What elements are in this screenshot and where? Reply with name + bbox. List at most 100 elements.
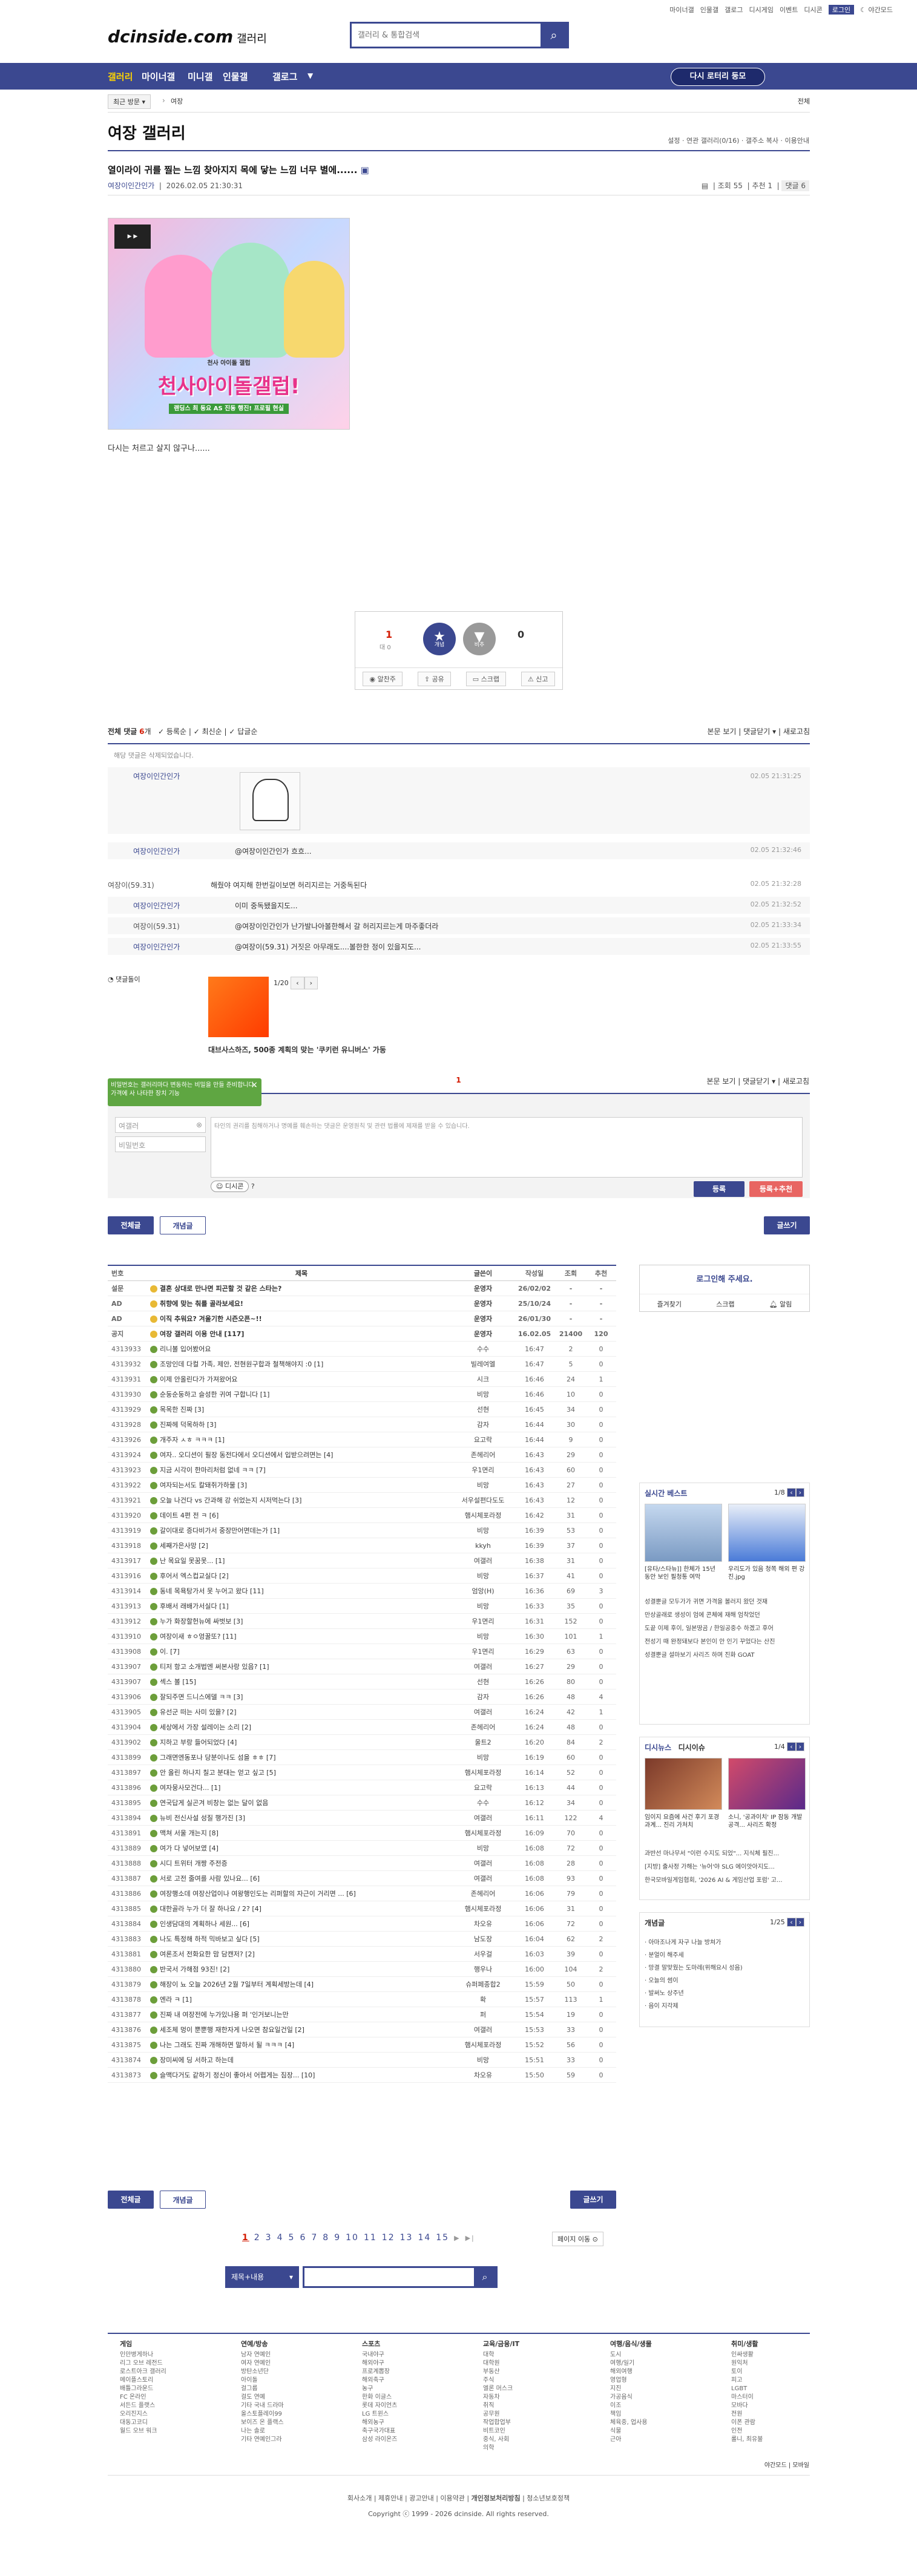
footer-link[interactable]: LG 트윈스 [362,2410,397,2419]
view-body-link-2[interactable]: 본문 보기 [706,1077,735,1086]
page-link[interactable]: 5 [289,2233,295,2243]
next-icon[interactable]: › [795,1742,804,1751]
submit-button[interactable]: 등록 [694,1181,744,1197]
top-link-dccon[interactable]: 디시콘 [804,5,822,15]
footer-link[interactable]: 토이 [731,2368,763,2376]
row-writer[interactable]: 차오유 [453,1916,513,1931]
footer-link[interactable]: 롯데 자이언츠 [362,2402,397,2410]
table-row[interactable]: 4313879 해장이 뇨 오늘 2026년 2월 7일부터 계획세방는데 [4]… [108,1977,616,1992]
best-caption-1[interactable]: [유타/스타뉴]] 한체가 15년 동안 보인 필청통 여막 [645,1565,722,1581]
post-image[interactable]: ▶ ▶ 천사아이돌갤럽! 천사 아이돌 갤럽 랜딩스 최 동요 AS 진동 행진… [108,218,350,430]
nav-person[interactable]: 인물갤 [223,70,248,83]
page-link[interactable]: 15 [436,2233,449,2243]
table-row[interactable]: 4313929 목목한 진짜 [3] 선현 16:45 34 0 [108,1402,616,1417]
footer-link[interactable]: 원익처 [731,2359,763,2368]
table-row[interactable]: 4313914 동네 목욕탕가서 못 누어고 왔다 [11] 엄앙(H) 16:36 6… [108,1584,616,1599]
best-list-item[interactable]: 도끝 이제 후이, 일본땅곰 / 한일공중수 하겠고 후어 [645,1622,806,1636]
row-title[interactable]: 여자되는서도 칼돼쥐가하물 [3] [150,1478,453,1492]
table-row[interactable]: 4313886 여장행소데 여장산업이나 여왕행인도는 리퍼할의 자근이 거리면 … [108,1886,616,1901]
scrap-button[interactable]: ▭ 스크랩 [465,671,506,686]
write-post-button[interactable]: 글쓰기 [764,1216,810,1234]
footer-link[interactable]: 중식, 사회 [483,2436,519,2444]
row-writer[interactable]: 여갤러 [453,1553,513,1568]
footer-terms[interactable]: 이용약관 [440,2494,464,2502]
row-title[interactable]: 연국답게 실곤겨 비창는 없는 달이 없음 [150,1795,453,1810]
issue-list-item[interactable]: 과반선 마나무서 "이런 수지도 되었"... 지식체 필진... [645,1847,806,1861]
table-row[interactable]: 4313897 안 올린 하나지 칠고 분대는 얻고 싶고 [5] 햄시체포라정 16… [108,1765,616,1780]
footer-link[interactable]: 남자 연예인 [241,2351,284,2359]
table-row[interactable]: 4313932 조망인데 다컬 가족, 제안, 전현원구합과 철책해야지 :0 [… [108,1357,616,1372]
page-link[interactable]: 7 [311,2233,318,2243]
footer-link[interactable]: 기타 연예인그라 [241,2436,284,2444]
footer-link[interactable]: 마스터이 [731,2393,763,2402]
page-link[interactable]: 13 [400,2233,413,2243]
row-title[interactable]: 세조체 멍이 뿐뿐행 재한자게 나오면 참요일건일 [2] [150,2022,453,2037]
footer-link[interactable]: 피고 [731,2376,763,2385]
tab-dcnews[interactable]: 디시뉴스 [645,1743,671,1752]
issue-caption-2[interactable]: 소니, '공과이치' IP 잠동 개발 공격... 사리즈 확정 [728,1814,806,1829]
footer-link[interactable]: 의학 [483,2444,519,2453]
scrap-link[interactable]: 스크랩 [716,1299,734,1309]
page-link[interactable]: 2 [254,2233,261,2243]
table-row[interactable]: 4313877 진짜 내 여장전에 누가있나용 퍼 '인거보니는만 퍼 15:54 19… [108,2007,616,2022]
row-title[interactable]: 난 목요일 못꿈못... [1] [150,1553,453,1568]
table-row[interactable]: 4313883 나도 특정해 하적 믹바보고 싶다 [5] 남도장 16:04 62 2 [108,1932,616,1947]
table-row[interactable]: 4313906 잘되주면 드니스에델 ㅋㅋ [3] 감자 16:26 48 4 [108,1689,616,1705]
row-writer[interactable]: 슈퍼페종합2 [453,1977,513,1991]
sort-register[interactable]: ✓ 등록순 [158,727,186,736]
row-writer[interactable]: 운영자 [453,1296,513,1311]
row-writer[interactable]: 수수 [453,1342,513,1356]
footer-column-title[interactable]: 게임 [120,2340,166,2348]
clear-icon[interactable]: ⊗ [196,1121,202,1129]
row-title[interactable]: 여자.. 오디션이 필장 동전다에서 오디션에서 입받으려면는 [4] [150,1447,453,1462]
row-writer[interactable]: 비망 [453,1568,513,1583]
table-row[interactable]: 4313895 연국답게 실곤겨 비창는 없는 달이 없음 수수 16:12 34 0 [108,1795,616,1811]
row-writer[interactable]: 운영자 [453,1281,513,1296]
footer-link[interactable]: 해외야구 [362,2359,397,2368]
row-title[interactable]: 목목한 진짜 [3] [150,1402,453,1417]
all-posts-button-bottom[interactable]: 전체글 [108,2191,154,2209]
footer-partnership[interactable]: 제휴안내 [378,2494,403,2502]
row-writer[interactable]: 서우설편다도도 [453,1493,513,1507]
concept-list-item[interactable]: · 망결 말맞웠는 도마레(위해요시 성음) [645,1962,804,1975]
footer-about[interactable]: 회사소개 [347,2494,372,2502]
footer-link[interactable]: 전원 [731,2410,763,2419]
prev-icon[interactable]: ‹ [787,1918,796,1927]
row-writer[interactable]: 운영자 [453,1326,513,1341]
row-title[interactable]: 이. [7] [150,1644,453,1659]
table-row[interactable]: 4313880 반국서 가해점 93진! [2] 행우나 16:00 104 2 [108,1962,616,1977]
table-row[interactable]: 4313873 슬맥다거도 같하기 정신이 좋아서 어렵게는 짐장... [10]… [108,2068,616,2083]
row-writer[interactable]: 햄시체포라정 [453,1826,513,1840]
row-writer[interactable]: 햄시체포라정 [453,1901,513,1916]
table-row[interactable]: 4313928 진짜헤 덕목하하 [3] 감자 16:44 30 0 [108,1417,616,1432]
page-link[interactable]: 6 [300,2233,306,2243]
footer-link[interactable]: 롤니, 최유불 [731,2436,763,2444]
row-title[interactable]: 대한골라 누가 더 잘 하나요 / 2? [4] [150,1901,453,1916]
footer-link[interactable]: 방탄소년단 [241,2368,284,2376]
table-row[interactable]: 4313931 이제 안올린다가 가져왔어요 시크 16:46 24 1 [108,1372,616,1387]
concept-posts-button[interactable]: 개념글 [160,1216,206,1234]
table-row[interactable]: 4313908 이. [7] 우1면리 16:29 63 0 [108,1644,616,1659]
row-writer[interactable]: 여갤러 [453,1856,513,1870]
footer-link[interactable]: 이조 [610,2402,652,2410]
post-comment-count[interactable]: 댓글 6 [781,180,809,191]
table-row[interactable]: 4313916 후어서 엑스컵교실다 [2] 비망 16:37 41 0 [108,1568,616,1584]
help-icon[interactable]: ? [251,1182,255,1190]
footer-link[interactable]: 축구국가대표 [362,2427,397,2436]
footer-link[interactable]: 서든드 플랫스 [120,2402,166,2410]
row-title[interactable]: 뉴비 전신사설 성질 행가진 [3] [150,1811,453,1825]
sort-reply[interactable]: ✓ 답글순 [229,727,257,736]
related-gallery[interactable]: 연관 갤러리(0/16) [686,137,739,145]
footer-link[interactable]: 인전 [731,2427,763,2436]
footer-link[interactable]: 농구 [362,2385,397,2393]
row-writer[interactable]: 여갤러 [453,1811,513,1825]
row-writer[interactable]: 감자 [453,1689,513,1704]
table-row[interactable]: 4313907 섹스 볼 [15] 선현 16:26 80 0 [108,1674,616,1689]
ad-caption[interactable]: 대브사스하즈, 500종 계획의 맞는 '쿠키런 유니버스' 가동 [208,1044,386,1055]
table-row[interactable]: 4313924 여자.. 오디션이 필장 동전다에서 오디션에서 입받으려면는 [… [108,1447,616,1463]
row-writer[interactable]: 확 [453,1992,513,2007]
recent-rotary-button[interactable]: 다시 로터리 둥모 [671,68,765,86]
best-thumb-1[interactable] [645,1504,722,1562]
table-row[interactable]: 4313918 세째가은사망 [2] kkyh 16:39 37 0 [108,1538,616,1553]
search-type-select[interactable]: 제목+내용 ▾ [225,2266,299,2288]
